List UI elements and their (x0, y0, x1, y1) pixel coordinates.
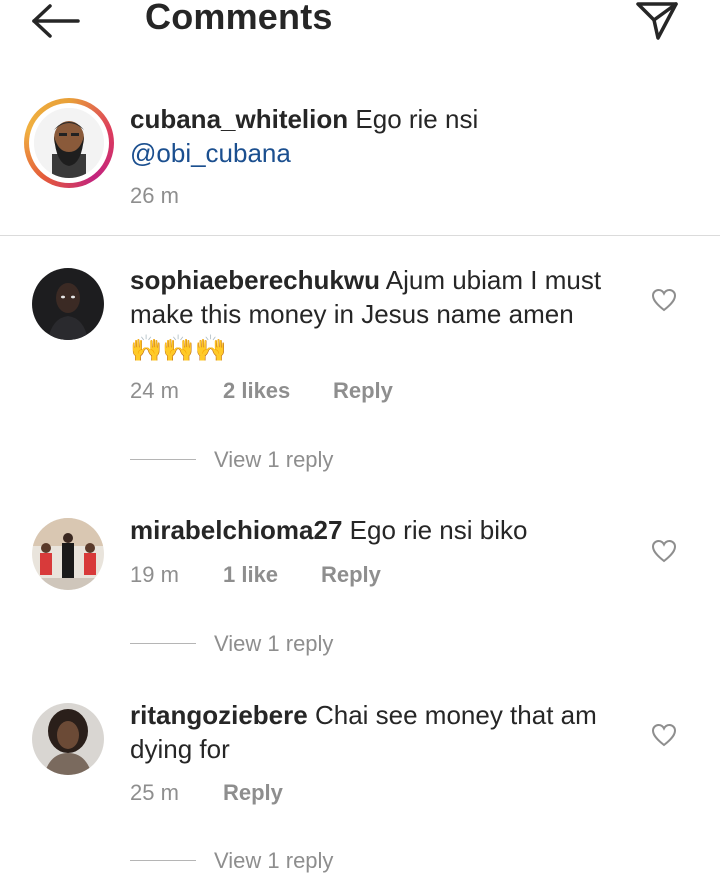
replies-divider (130, 860, 196, 861)
comment-username[interactable]: ritangoziebere (130, 700, 308, 730)
view-replies-button[interactable]: View 1 reply (214, 631, 333, 657)
caption-mention[interactable]: @obi_cubana (130, 138, 291, 168)
replies-divider (130, 643, 196, 644)
reply-button[interactable]: Reply (223, 780, 283, 806)
comment-text: ritangoziebere Chai see money that am dy… (130, 700, 597, 764)
arrow-left-icon (32, 4, 80, 38)
bearded-man-avatar-icon (34, 108, 104, 178)
comments-header: Comments (0, 0, 720, 50)
reply-button[interactable]: Reply (321, 562, 381, 588)
comment-text: sophiaeberechukwu Ajum ubiam I must make… (130, 265, 602, 363)
back-button[interactable] (28, 2, 84, 40)
paper-plane-icon (636, 2, 678, 40)
comment-text: mirabelchioma27 Ego rie nsi biko (130, 515, 528, 545)
reply-button[interactable]: Reply (333, 378, 393, 404)
comment-username[interactable]: sophiaeberechukwu (130, 265, 380, 295)
comment-username[interactable]: mirabelchioma27 (130, 515, 342, 545)
comment-time: 24 m (130, 378, 179, 403)
caption-username[interactable]: cubana_whitelion (130, 104, 348, 134)
comment-time: 19 m (130, 562, 179, 587)
avatar-photo (34, 108, 104, 178)
heart-icon[interactable] (651, 723, 677, 747)
view-replies-button[interactable]: View 1 reply (214, 848, 333, 874)
caption-time: 26 m (130, 183, 179, 208)
comment-time: 25 m (130, 780, 179, 805)
share-button[interactable] (634, 0, 680, 42)
likes-count[interactable]: 1 like (223, 562, 278, 588)
caption-body: Ego rie nsi (355, 104, 479, 134)
divider (0, 235, 720, 236)
heart-icon[interactable] (651, 288, 677, 312)
woman-portrait-avatar-icon (32, 268, 104, 340)
woman-portrait-avatar-icon (32, 703, 104, 775)
replies-divider (130, 459, 196, 460)
likes-count[interactable]: 2 likes (223, 378, 290, 404)
page-title: Comments (145, 0, 333, 37)
caption-avatar[interactable] (24, 98, 114, 188)
commenter-avatar-sophiaeberechukwu[interactable] (32, 268, 104, 340)
commenter-avatar-ritangoziebere[interactable] (32, 703, 104, 775)
view-replies-button[interactable]: View 1 reply (214, 447, 333, 473)
heart-icon[interactable] (651, 539, 677, 563)
commenter-avatar-mirabelchioma27[interactable] (32, 518, 104, 590)
group-photo-avatar-icon (32, 518, 104, 590)
caption-text: cubana_whitelion Ego rie nsi @obi_cubana (130, 102, 478, 170)
emoji-text: 🙌🙌🙌 (130, 333, 228, 363)
